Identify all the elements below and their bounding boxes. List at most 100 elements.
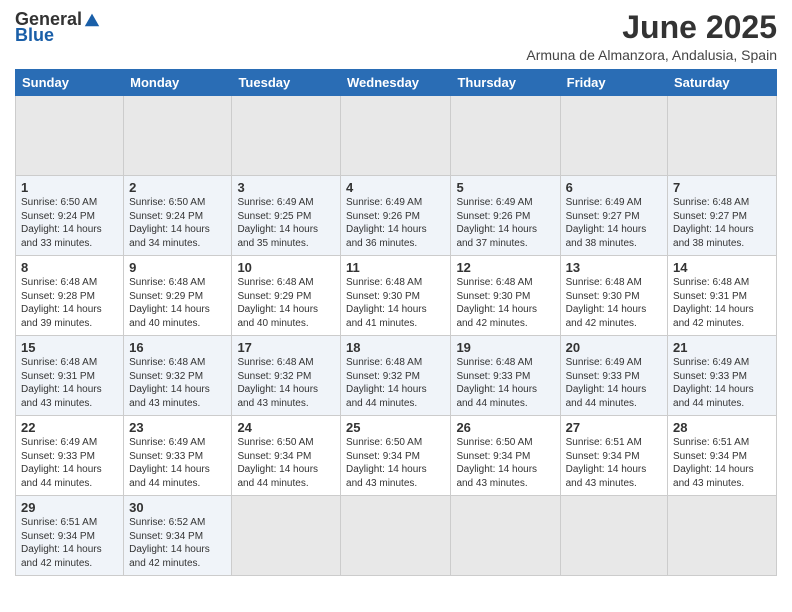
day-number: 17 <box>237 340 335 355</box>
day-info: Sunrise: 6:49 AM <box>566 356 662 370</box>
table-cell: 29Sunrise: 6:51 AMSunset: 9:34 PMDayligh… <box>16 496 124 576</box>
day-info: Sunset: 9:34 PM <box>237 450 335 464</box>
day-number: 14 <box>673 260 771 275</box>
table-cell: 16Sunrise: 6:48 AMSunset: 9:32 PMDayligh… <box>124 336 232 416</box>
table-cell: 25Sunrise: 6:50 AMSunset: 9:34 PMDayligh… <box>341 416 451 496</box>
day-info: Sunset: 9:33 PM <box>566 370 662 384</box>
day-info: Daylight: 14 hours <box>456 463 554 477</box>
table-cell: 9Sunrise: 6:48 AMSunset: 9:29 PMDaylight… <box>124 256 232 336</box>
main-title: June 2025 <box>526 10 777 45</box>
day-number: 7 <box>673 180 771 195</box>
day-number: 5 <box>456 180 554 195</box>
day-info: Daylight: 14 hours <box>566 303 662 317</box>
day-info: Sunset: 9:27 PM <box>673 210 771 224</box>
day-info: Sunset: 9:26 PM <box>346 210 445 224</box>
day-info: and 35 minutes. <box>237 237 335 251</box>
day-info: Daylight: 14 hours <box>129 383 226 397</box>
table-cell: 21Sunrise: 6:49 AMSunset: 9:33 PMDayligh… <box>668 336 777 416</box>
table-cell: 19Sunrise: 6:48 AMSunset: 9:33 PMDayligh… <box>451 336 560 416</box>
table-cell <box>341 496 451 576</box>
day-info: Sunrise: 6:51 AM <box>566 436 662 450</box>
day-info: and 44 minutes. <box>566 397 662 411</box>
day-number: 20 <box>566 340 662 355</box>
day-number: 13 <box>566 260 662 275</box>
table-cell <box>124 96 232 176</box>
day-info: Sunrise: 6:50 AM <box>346 436 445 450</box>
day-info: Daylight: 14 hours <box>673 383 771 397</box>
day-number: 23 <box>129 420 226 435</box>
day-info: and 44 minutes. <box>237 477 335 491</box>
day-info: Sunset: 9:24 PM <box>129 210 226 224</box>
day-info: Sunrise: 6:48 AM <box>456 356 554 370</box>
day-info: Sunrise: 6:48 AM <box>237 276 335 290</box>
day-number: 3 <box>237 180 335 195</box>
table-cell: 20Sunrise: 6:49 AMSunset: 9:33 PMDayligh… <box>560 336 667 416</box>
header-sunday: Sunday <box>16 70 124 96</box>
day-info: Sunset: 9:25 PM <box>237 210 335 224</box>
day-info: and 40 minutes. <box>237 317 335 331</box>
table-cell: 5Sunrise: 6:49 AMSunset: 9:26 PMDaylight… <box>451 176 560 256</box>
day-info: and 43 minutes. <box>129 397 226 411</box>
day-info: Sunrise: 6:49 AM <box>346 196 445 210</box>
day-info: Daylight: 14 hours <box>129 463 226 477</box>
day-info: Daylight: 14 hours <box>346 383 445 397</box>
logo-icon <box>83 10 101 28</box>
table-cell <box>232 96 341 176</box>
day-info: Sunset: 9:34 PM <box>673 450 771 464</box>
day-info: and 37 minutes. <box>456 237 554 251</box>
day-number: 22 <box>21 420 118 435</box>
table-cell <box>16 96 124 176</box>
day-info: Sunrise: 6:51 AM <box>673 436 771 450</box>
day-info: and 41 minutes. <box>346 317 445 331</box>
day-info: Sunset: 9:28 PM <box>21 290 118 304</box>
day-info: Daylight: 14 hours <box>346 223 445 237</box>
header-tuesday: Tuesday <box>232 70 341 96</box>
day-info: and 44 minutes. <box>346 397 445 411</box>
day-number: 18 <box>346 340 445 355</box>
day-info: Sunrise: 6:48 AM <box>456 276 554 290</box>
day-info: Sunrise: 6:48 AM <box>237 356 335 370</box>
day-info: Sunrise: 6:50 AM <box>237 436 335 450</box>
day-info: Daylight: 14 hours <box>129 543 226 557</box>
header: General Blue June 2025 Armuna de Almanzo… <box>15 10 777 63</box>
day-number: 27 <box>566 420 662 435</box>
day-number: 9 <box>129 260 226 275</box>
table-cell: 26Sunrise: 6:50 AMSunset: 9:34 PMDayligh… <box>451 416 560 496</box>
day-info: Sunset: 9:34 PM <box>566 450 662 464</box>
day-info: Daylight: 14 hours <box>566 383 662 397</box>
day-info: Sunrise: 6:49 AM <box>456 196 554 210</box>
day-info: Daylight: 14 hours <box>129 303 226 317</box>
day-info: Sunset: 9:30 PM <box>456 290 554 304</box>
day-info: Sunrise: 6:51 AM <box>21 516 118 530</box>
day-info: and 42 minutes. <box>129 557 226 571</box>
day-info: Sunrise: 6:49 AM <box>673 356 771 370</box>
day-info: Daylight: 14 hours <box>566 463 662 477</box>
day-info: Daylight: 14 hours <box>237 463 335 477</box>
day-info: Sunset: 9:30 PM <box>566 290 662 304</box>
day-info: Sunset: 9:34 PM <box>21 530 118 544</box>
day-info: and 42 minutes. <box>673 317 771 331</box>
day-info: Sunset: 9:32 PM <box>237 370 335 384</box>
day-info: Daylight: 14 hours <box>673 463 771 477</box>
table-cell: 13Sunrise: 6:48 AMSunset: 9:30 PMDayligh… <box>560 256 667 336</box>
day-info: and 43 minutes. <box>673 477 771 491</box>
day-info: Daylight: 14 hours <box>237 223 335 237</box>
day-info: Daylight: 14 hours <box>21 463 118 477</box>
day-info: Daylight: 14 hours <box>456 303 554 317</box>
day-info: and 43 minutes. <box>237 397 335 411</box>
day-info: Sunrise: 6:48 AM <box>346 276 445 290</box>
weekday-header-row: Sunday Monday Tuesday Wednesday Thursday… <box>16 70 777 96</box>
table-cell: 27Sunrise: 6:51 AMSunset: 9:34 PMDayligh… <box>560 416 667 496</box>
day-info: Sunrise: 6:50 AM <box>456 436 554 450</box>
day-info: Sunset: 9:33 PM <box>21 450 118 464</box>
page: General Blue June 2025 Armuna de Almanzo… <box>0 0 792 612</box>
day-info: and 36 minutes. <box>346 237 445 251</box>
table-cell <box>232 496 341 576</box>
day-number: 30 <box>129 500 226 515</box>
table-cell <box>341 96 451 176</box>
table-cell: 22Sunrise: 6:49 AMSunset: 9:33 PMDayligh… <box>16 416 124 496</box>
day-info: Sunset: 9:32 PM <box>346 370 445 384</box>
table-cell: 23Sunrise: 6:49 AMSunset: 9:33 PMDayligh… <box>124 416 232 496</box>
day-number: 2 <box>129 180 226 195</box>
day-number: 15 <box>21 340 118 355</box>
